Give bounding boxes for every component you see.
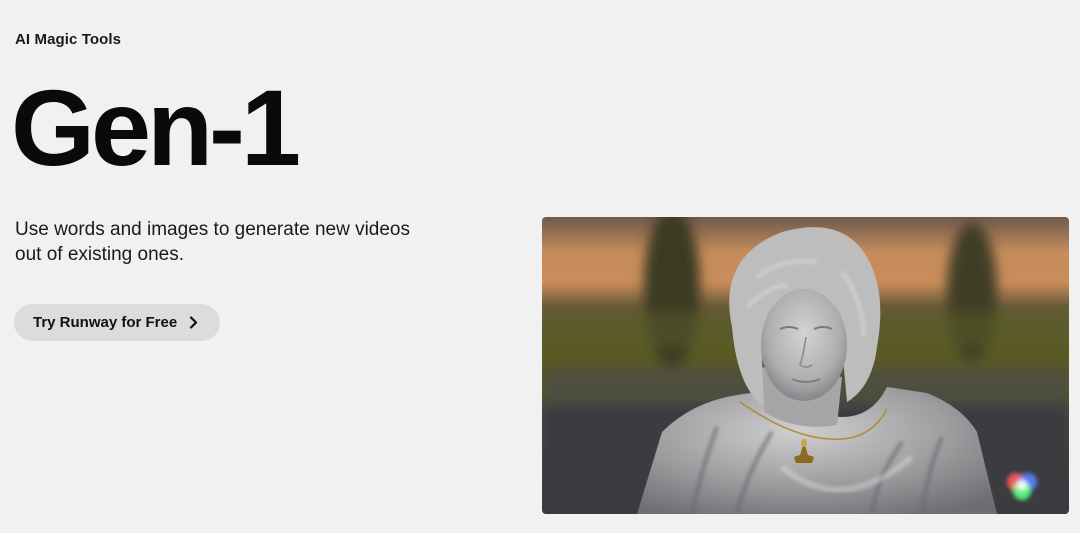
chevron-right-icon <box>189 316 198 329</box>
eyebrow-label: AI Magic Tools <box>15 31 122 48</box>
hero-video-preview[interactable] <box>542 217 1069 514</box>
page: AI Magic Tools Gen-1 Use words and image… <box>0 0 1080 533</box>
try-runway-button[interactable]: Try Runway for Free <box>14 304 221 341</box>
statue-image <box>542 217 1069 514</box>
try-runway-button-label: Try Runway for Free <box>33 314 178 331</box>
rgb-circles-icon <box>1001 468 1045 504</box>
page-title: Gen-1 <box>11 67 301 188</box>
hero-subtitle: Use words and images to generate new vid… <box>15 219 411 265</box>
